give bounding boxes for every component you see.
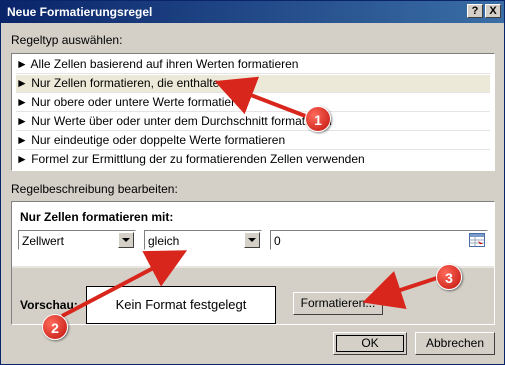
- annotation-badge-3: 3: [436, 264, 462, 290]
- annotation-badge-1: 1: [305, 106, 331, 132]
- annotation-badge-2: 2: [42, 314, 68, 340]
- annotation-arrows: [61, 76, 441, 318]
- arrow-1: [214, 76, 309, 119]
- arrow-3: [362, 271, 441, 310]
- arrow-2: [61, 250, 188, 318]
